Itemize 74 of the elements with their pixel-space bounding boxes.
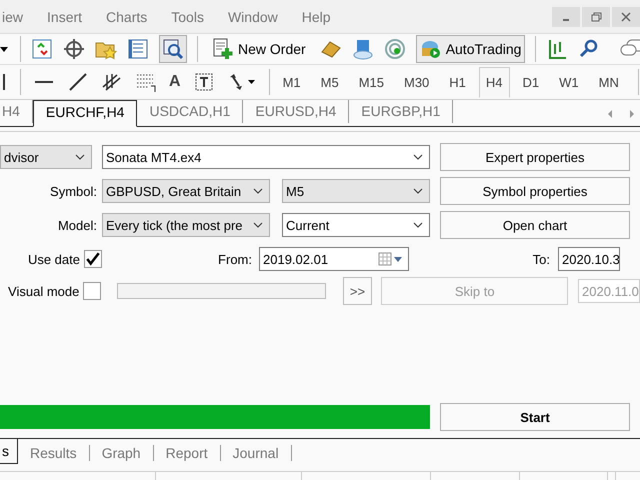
navigator-icon[interactable] xyxy=(127,38,149,60)
menu-item[interactable]: iew xyxy=(2,8,24,24)
chevron-icon xyxy=(75,154,85,160)
calendar-icon[interactable] xyxy=(378,251,404,267)
open-chart-button[interactable]: Open chart xyxy=(440,211,630,239)
spread-dropdown[interactable]: Current xyxy=(282,213,430,237)
chevron-icon xyxy=(413,154,423,160)
menu-item[interactable]: Insert xyxy=(47,8,82,24)
visual-mode-checkbox[interactable] xyxy=(83,282,102,300)
chart-bars-icon[interactable] xyxy=(546,38,568,60)
model-label: Model: xyxy=(56,218,97,232)
chevron-icon xyxy=(413,222,423,228)
trendline-icon[interactable] xyxy=(67,71,89,93)
tester-tab[interactable]: Results xyxy=(18,445,90,461)
mode-dropdown[interactable]: dvisor xyxy=(0,145,92,169)
speed-slider-track[interactable] xyxy=(117,283,326,299)
text-label-icon[interactable] xyxy=(192,71,215,93)
to-label: To: xyxy=(532,252,550,266)
timeframe-button[interactable]: D1 xyxy=(516,66,546,98)
autotrading-icon xyxy=(420,38,442,60)
zoom-button[interactable] xyxy=(159,35,187,63)
menu-item[interactable]: Charts xyxy=(106,8,148,24)
cloud-icon[interactable] xyxy=(352,38,374,60)
from-date-field[interactable]: 2019.02.01 xyxy=(259,247,409,271)
symbol-properties-button[interactable]: Symbol properties xyxy=(440,177,630,205)
timeframe-button[interactable]: M30 xyxy=(396,66,436,98)
use-date-label: Use date xyxy=(26,252,80,266)
channel-icon[interactable] xyxy=(101,71,123,93)
scroll-left-icon[interactable] xyxy=(606,109,614,119)
timeframe-button[interactable]: W1 xyxy=(552,66,586,98)
period-dropdown[interactable]: M5 xyxy=(282,179,430,203)
tester-tab[interactable]: Journal xyxy=(220,445,292,461)
chevron-icon xyxy=(413,188,423,194)
scroll-right-icon[interactable] xyxy=(628,109,636,119)
menu-item[interactable]: Window xyxy=(228,8,278,24)
tester-tab[interactable]: Graph xyxy=(90,445,154,461)
to-date-field[interactable]: 2020.10.3 xyxy=(558,247,620,271)
use-date-checkbox[interactable] xyxy=(84,250,102,268)
timeframe-button[interactable]: M1 xyxy=(276,66,308,98)
autotrading-button[interactable]: AutoTrading xyxy=(416,35,526,63)
menu-item[interactable]: Help xyxy=(302,8,331,24)
zoom-icon xyxy=(162,38,184,60)
chevron-icon xyxy=(253,222,263,228)
expert-properties-button[interactable]: Expert properties xyxy=(440,143,630,171)
model-dropdown[interactable]: Every tick (the most pre xyxy=(102,213,270,237)
chart-tab[interactable]: EURCHF,H4 xyxy=(32,100,138,127)
close-icon[interactable] xyxy=(612,6,640,28)
tester-tab[interactable]: Report xyxy=(154,445,221,461)
chart-tab[interactable]: EURUSD,H4 xyxy=(243,100,350,123)
from-label: From: xyxy=(217,252,252,266)
restore-icon[interactable] xyxy=(582,6,610,28)
signal-icon[interactable] xyxy=(384,38,406,60)
text-tool[interactable]: A xyxy=(169,73,181,91)
timeframe-button[interactable]: M15 xyxy=(352,66,391,98)
chart-tab[interactable]: USDCAD,H1 xyxy=(137,100,244,123)
chevron-icon xyxy=(253,188,263,194)
timeframe-button[interactable]: H4 xyxy=(478,66,510,98)
menu-item[interactable]: Tools xyxy=(171,8,204,24)
visual-mode-label: Visual mode xyxy=(7,284,80,298)
vertical-line-icon[interactable] xyxy=(0,71,8,93)
symbol-label: Symbol: xyxy=(49,184,97,198)
new-order-button[interactable]: New Order xyxy=(208,35,310,63)
timeframe-button[interactable]: M5 xyxy=(314,66,346,98)
tester-tab[interactable]: s xyxy=(0,439,18,464)
skip-button[interactable]: >> xyxy=(342,277,372,305)
crosshair-icon[interactable] xyxy=(63,38,85,60)
chart-tab[interactable]: EURGBP,H1 xyxy=(349,100,454,123)
expert-dropdown[interactable]: Sonata MT4.ex4 xyxy=(102,145,430,169)
start-button[interactable]: Start xyxy=(440,403,630,431)
symbol-dropdown[interactable]: GBPUSD, Great Britain xyxy=(102,179,270,203)
timeframe-button[interactable]: H1 xyxy=(442,66,473,98)
chart-window-icon[interactable] xyxy=(31,38,53,60)
document-plus-icon xyxy=(212,38,234,60)
timeframe-button[interactable]: MN xyxy=(592,66,626,98)
